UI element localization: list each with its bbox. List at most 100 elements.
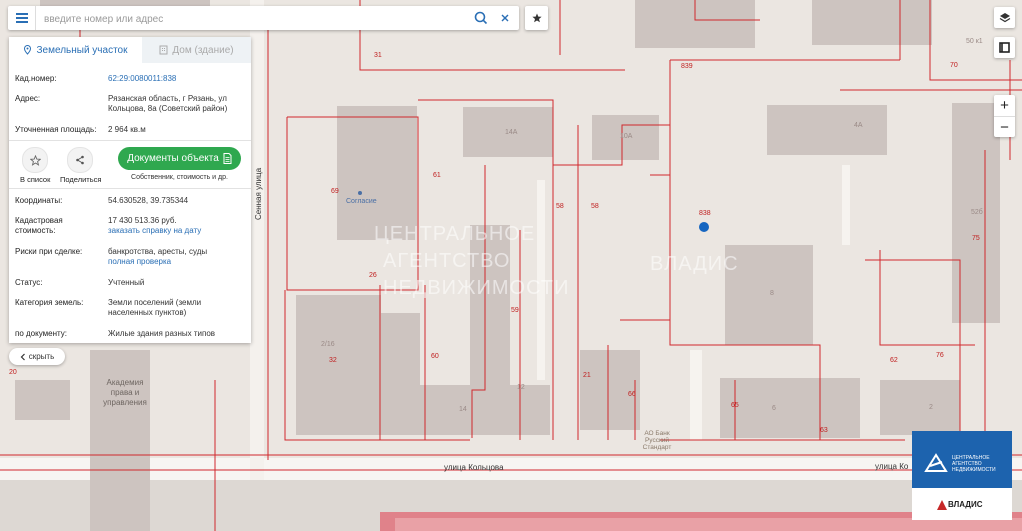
coords-value: 54.630528, 39.735344 — [108, 196, 189, 205]
logo-text: ЦЕНТРАЛЬНОЕ АГЕНТСТВО НЕДВИЖИМОСТИ — [952, 455, 996, 473]
tab-house[interactable]: Дом (здание) — [142, 37, 251, 63]
docs-subtitle: Собственник, стоимость и др. — [131, 174, 228, 181]
brand-mark-icon — [937, 500, 947, 510]
favorites-button[interactable] — [525, 6, 548, 30]
street-label: улица Кольцова — [444, 463, 504, 472]
star-outline-icon — [29, 154, 41, 166]
parcel-label: 20 — [9, 369, 17, 376]
share-button[interactable] — [67, 147, 93, 173]
fullscreen-button[interactable] — [994, 37, 1015, 58]
building-icon — [159, 45, 168, 55]
document-icon — [223, 153, 232, 164]
category-label: Категория земель: — [15, 298, 84, 307]
parcel-label: 61 — [433, 172, 441, 179]
parcel-label: 58 — [591, 203, 599, 210]
building-label: 10А — [620, 133, 633, 140]
doc-use-value: Жилые здания разных типов — [108, 329, 216, 338]
building-label: 2/16 — [321, 341, 335, 348]
share-label: Поделиться — [60, 175, 102, 184]
parcel-label: 75 — [972, 235, 980, 242]
tab-label: Земельный участок — [36, 44, 128, 56]
layers-button[interactable] — [994, 7, 1015, 28]
address-label: Адрес: — [15, 94, 41, 103]
building-label: 14 — [459, 406, 467, 413]
logo-banner: ЦЕНТРАЛЬНОЕ АГЕНТСТВО НЕДВИЖИМОСТИ — [912, 431, 1012, 488]
menu-button[interactable] — [8, 6, 36, 30]
search-input[interactable] — [42, 6, 466, 32]
building-label: 6 — [772, 405, 776, 412]
divider — [9, 140, 251, 141]
parcel-label: 838 — [699, 210, 711, 217]
zoom-in-button[interactable]: + — [994, 95, 1015, 117]
street-label: улица Ко — [875, 462, 909, 471]
poi-label[interactable]: Согласие — [346, 198, 377, 205]
parcel-label: 70 — [950, 62, 958, 69]
object-documents-button[interactable]: Документы объекта — [118, 147, 241, 170]
hide-panel-button[interactable]: скрыть — [9, 348, 65, 365]
frame-icon — [999, 42, 1010, 53]
watermark: ВЛАДИС — [650, 253, 739, 275]
cad-number-value[interactable]: 62:29:0080011:838 — [108, 74, 243, 84]
hide-label: скрыть — [28, 352, 55, 361]
parcel-label: 60 — [431, 353, 439, 360]
coords-label: Координаты: — [15, 196, 63, 205]
category-value: Земли поселений (земли населенных пункто… — [108, 298, 202, 317]
building-label: 4А — [854, 122, 863, 129]
star-icon — [531, 13, 542, 23]
zoom-out-button[interactable]: − — [994, 117, 1015, 138]
close-icon[interactable] — [498, 11, 512, 25]
parcel-label: 69 — [331, 188, 339, 195]
doc-use-label: по документу: — [15, 329, 67, 338]
watermark: ЦЕНТРАЛЬНОЕ — [374, 223, 536, 245]
cost-link[interactable]: заказать справку на дату — [108, 226, 243, 236]
poi-label[interactable]: АО Банк Русский Стандарт — [638, 430, 676, 451]
risks-label: Риски при сделке: — [15, 247, 83, 256]
area-value: 2 964 кв.м — [108, 125, 146, 134]
status-label: Статус: — [15, 278, 43, 287]
logo-footer: ВЛАДИС — [912, 488, 1012, 520]
cost-label: Кадастровая стоимость: — [15, 216, 63, 235]
parcel-label: 26 — [369, 272, 377, 279]
address-value: Рязанская область, г Рязань, ул Кольцова… — [108, 94, 228, 113]
cost-value: 17 430 513.36 руб. — [108, 216, 177, 225]
building-label: 8 — [770, 290, 774, 297]
layers-icon — [999, 12, 1010, 22]
building-label: 52б — [971, 209, 983, 216]
share-icon — [76, 155, 84, 165]
info-panel: Земельный участок Дом (здание) Кад.номер… — [9, 37, 251, 343]
full-check-link[interactable]: полная проверка — [108, 257, 243, 267]
parcel-label: 63 — [820, 427, 828, 434]
tab-label: Дом (здание) — [172, 44, 234, 56]
add-to-list-button[interactable] — [22, 147, 48, 173]
watermark: НЕДВИЖИМОСТИ — [383, 277, 570, 299]
cad-number-label: Кад.номер: — [15, 74, 57, 83]
map-pin-icon — [24, 45, 32, 55]
divider — [9, 188, 251, 189]
building-label: 14А — [505, 129, 518, 136]
building-label: 12 — [517, 384, 525, 391]
search-icon[interactable] — [474, 11, 488, 25]
status-value: Учтенный — [108, 278, 145, 287]
watermark: АГЕНТСТВО — [383, 250, 511, 272]
tab-land-plot[interactable]: Земельный участок — [9, 37, 142, 63]
parcel-label: 31 — [374, 52, 382, 59]
area-label: Уточненная площадь: — [15, 125, 97, 134]
parcel-label: 65 — [731, 402, 739, 409]
chevron-left-icon — [20, 353, 25, 360]
logo-mark-icon — [924, 453, 948, 472]
parcel-label: 58 — [556, 203, 564, 210]
parcel-label: 21 — [583, 372, 591, 379]
building-label: 2 — [929, 404, 933, 411]
parcel-label: 59 — [511, 307, 519, 314]
risks-value: банкротства, аресты, суды — [108, 247, 208, 256]
street-label: Сенная улица — [254, 167, 263, 220]
parcel-label: 32 — [329, 357, 337, 364]
agency-logo[interactable]: ЦЕНТРАЛЬНОЕ АГЕНТСТВО НЕДВИЖИМОСТИ ВЛАДИ… — [912, 431, 1012, 520]
add-to-list-label: В список — [20, 175, 51, 184]
building-label: 50 к1 — [966, 38, 983, 45]
poi-label[interactable]: Академия права и управления — [95, 378, 155, 408]
hamburger-icon — [15, 13, 28, 23]
parcel-label: 76 — [936, 352, 944, 359]
search-bar — [8, 6, 519, 32]
docs-button-label: Документы объекта — [127, 153, 219, 164]
